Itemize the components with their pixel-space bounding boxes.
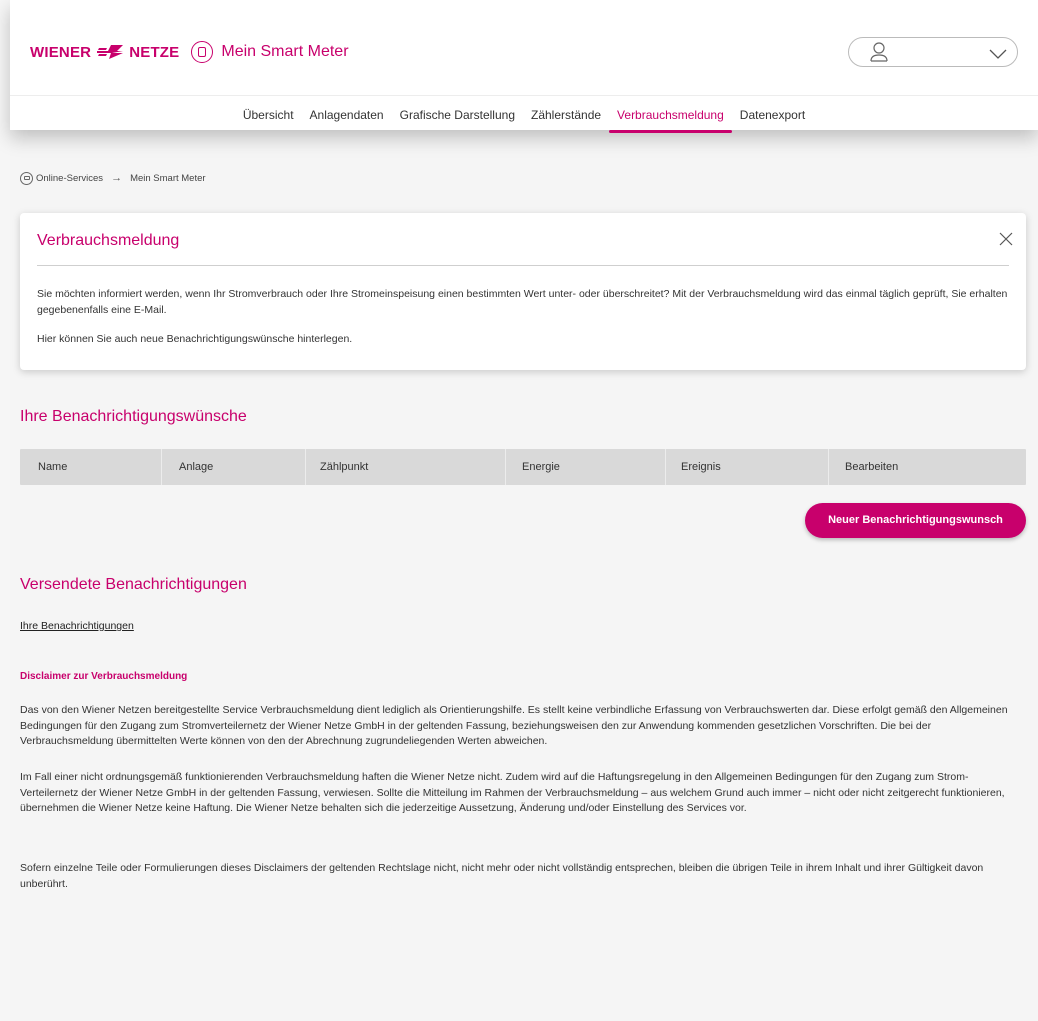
column-separator — [665, 449, 666, 485]
user-icon — [870, 42, 888, 62]
column-separator — [505, 449, 506, 485]
column-header-ereignis[interactable]: Ereignis — [681, 449, 721, 485]
breadcrumb-root[interactable]: Online-Services — [36, 173, 103, 184]
logo[interactable]: WIENER NETZE Mein Smart Meter — [30, 40, 349, 64]
divider — [37, 265, 1009, 266]
close-icon[interactable] — [999, 232, 1013, 246]
info-card-hint: Hier können Sie auch neue Benachrichtigu… — [37, 333, 353, 345]
brand-row: WIENER NETZE Mein Smart Meter — [10, 0, 1038, 95]
disclaimer-paragraph-2: Im Fall einer nicht ordnungsgemäß funkti… — [20, 771, 1005, 814]
logo-wordmark-right: NETZE — [129, 43, 180, 61]
nav-item-zaehlerstaende[interactable]: Zählerstände — [523, 96, 609, 131]
nav-item-datenexport[interactable]: Datenexport — [732, 96, 813, 131]
disclaimer-paragraph-3: Sofern einzelne Teile oder Formulierunge… — [20, 862, 984, 890]
column-header-zaehlpunkt[interactable]: Zählpunkt — [320, 449, 368, 485]
arrow-right-icon: → — [111, 172, 123, 184]
info-card-title: Verbrauchsmeldung — [37, 232, 180, 249]
nav-item-grafische-darstellung[interactable]: Grafische Darstellung — [392, 96, 523, 131]
column-header-energie[interactable]: Energie — [522, 449, 560, 485]
column-header-anlage[interactable]: Anlage — [179, 449, 213, 485]
wiener-netze-logo-icon — [97, 45, 124, 59]
smart-meter-icon — [191, 41, 214, 63]
page: WIENER NETZE Mein Smart Meter Übersicht … — [10, 0, 1038, 1021]
site-header: WIENER NETZE Mein Smart Meter Übersicht … — [10, 0, 1038, 133]
table-header: Name Anlage Zählpunkt Energie Ereignis B… — [20, 449, 1026, 485]
info-card-text: Sie möchten informiert werden, wenn Ihr … — [37, 288, 1008, 316]
app-title: Mein Smart Meter — [221, 43, 349, 60]
column-separator — [305, 449, 306, 485]
new-notification-button[interactable]: Neuer Benachrichtigungswunsch — [805, 503, 1026, 538]
user-menu-button[interactable] — [848, 37, 1018, 67]
breadcrumb: Online-Services → Mein Smart Meter — [20, 171, 206, 185]
column-separator — [161, 449, 162, 485]
wishes-title: Ihre Benachrichtigungswünsche — [20, 408, 247, 425]
nav-item-verbrauchsmeldung[interactable]: Verbrauchsmeldung — [609, 96, 732, 133]
notifications-link[interactable]: Ihre Benachrichtigungen — [20, 620, 134, 632]
disclaimer-paragraph-1: Das von den Wiener Netzen bereitgestellt… — [20, 704, 1008, 747]
nav-item-anlagendaten[interactable]: Anlagendaten — [302, 96, 392, 131]
sent-title: Versendete Benachrichtigungen — [20, 576, 247, 593]
online-services-icon — [20, 171, 33, 185]
nav-item-uebersicht[interactable]: Übersicht — [235, 96, 302, 131]
column-header-bearbeiten[interactable]: Bearbeiten — [845, 449, 898, 485]
column-header-name[interactable]: Name — [38, 449, 67, 485]
disclaimer-title: Disclaimer zur Verbrauchsmeldung — [20, 671, 188, 682]
main-nav: Übersicht Anlagendaten Grafische Darstel… — [10, 95, 1038, 133]
info-card: Verbrauchsmeldung Sie möchten informiert… — [20, 213, 1026, 370]
logo-wordmark-left: WIENER — [30, 43, 92, 61]
chevron-down-icon — [989, 49, 1007, 59]
column-separator — [828, 449, 829, 485]
breadcrumb-current: Mein Smart Meter — [130, 172, 206, 184]
